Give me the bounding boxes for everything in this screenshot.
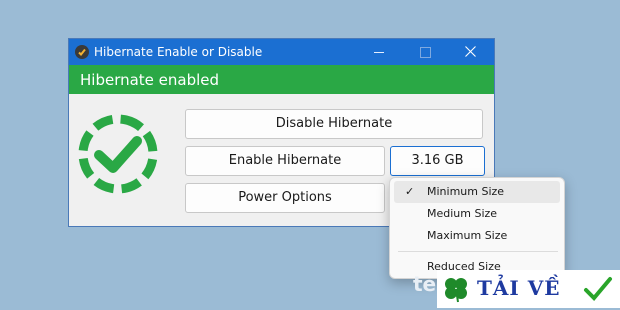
clover-icon <box>445 278 467 303</box>
watermark-text: te <box>413 272 437 296</box>
enable-hibernate-button[interactable]: Enable Hibernate <box>185 146 385 176</box>
taive-logo: TẢI VỀ <box>437 270 620 308</box>
title-bar[interactable]: Hibernate Enable or Disable <box>69 39 494 65</box>
menu-separator <box>398 251 558 252</box>
menu-item-medium-size[interactable]: Medium Size <box>394 203 560 225</box>
power-options-button[interactable]: Power Options <box>185 183 385 213</box>
logo-text: TẢI VỀ <box>477 276 561 300</box>
hibernate-app-icon <box>75 45 89 59</box>
maximize-button[interactable] <box>402 39 448 65</box>
menu-item-label: Maximum Size <box>427 229 508 242</box>
window-title: Hibernate Enable or Disable <box>94 45 263 59</box>
check-circle-icon <box>78 114 158 194</box>
menu-item-minimum-size[interactable]: ✓ Minimum Size <box>394 181 560 203</box>
menu-item-label: Minimum Size <box>427 185 505 198</box>
menu-item-maximum-size[interactable]: Maximum Size <box>394 225 560 247</box>
green-check-icon <box>584 277 612 301</box>
status-text: Hibernate enabled <box>80 71 220 89</box>
checkmark-icon: ✓ <box>405 185 415 198</box>
disable-hibernate-button[interactable]: Disable Hibernate <box>185 109 483 139</box>
close-icon <box>465 46 476 57</box>
close-button[interactable] <box>448 39 494 65</box>
size-context-menu: ✓ Minimum Size Medium Size Maximum Size … <box>389 177 565 279</box>
menu-item-label: Medium Size <box>427 207 498 220</box>
minimize-button[interactable] <box>356 39 402 65</box>
hibernate-size-button[interactable]: 3.16 GB <box>390 146 485 176</box>
status-banner: Hibernate enabled <box>69 65 494 94</box>
